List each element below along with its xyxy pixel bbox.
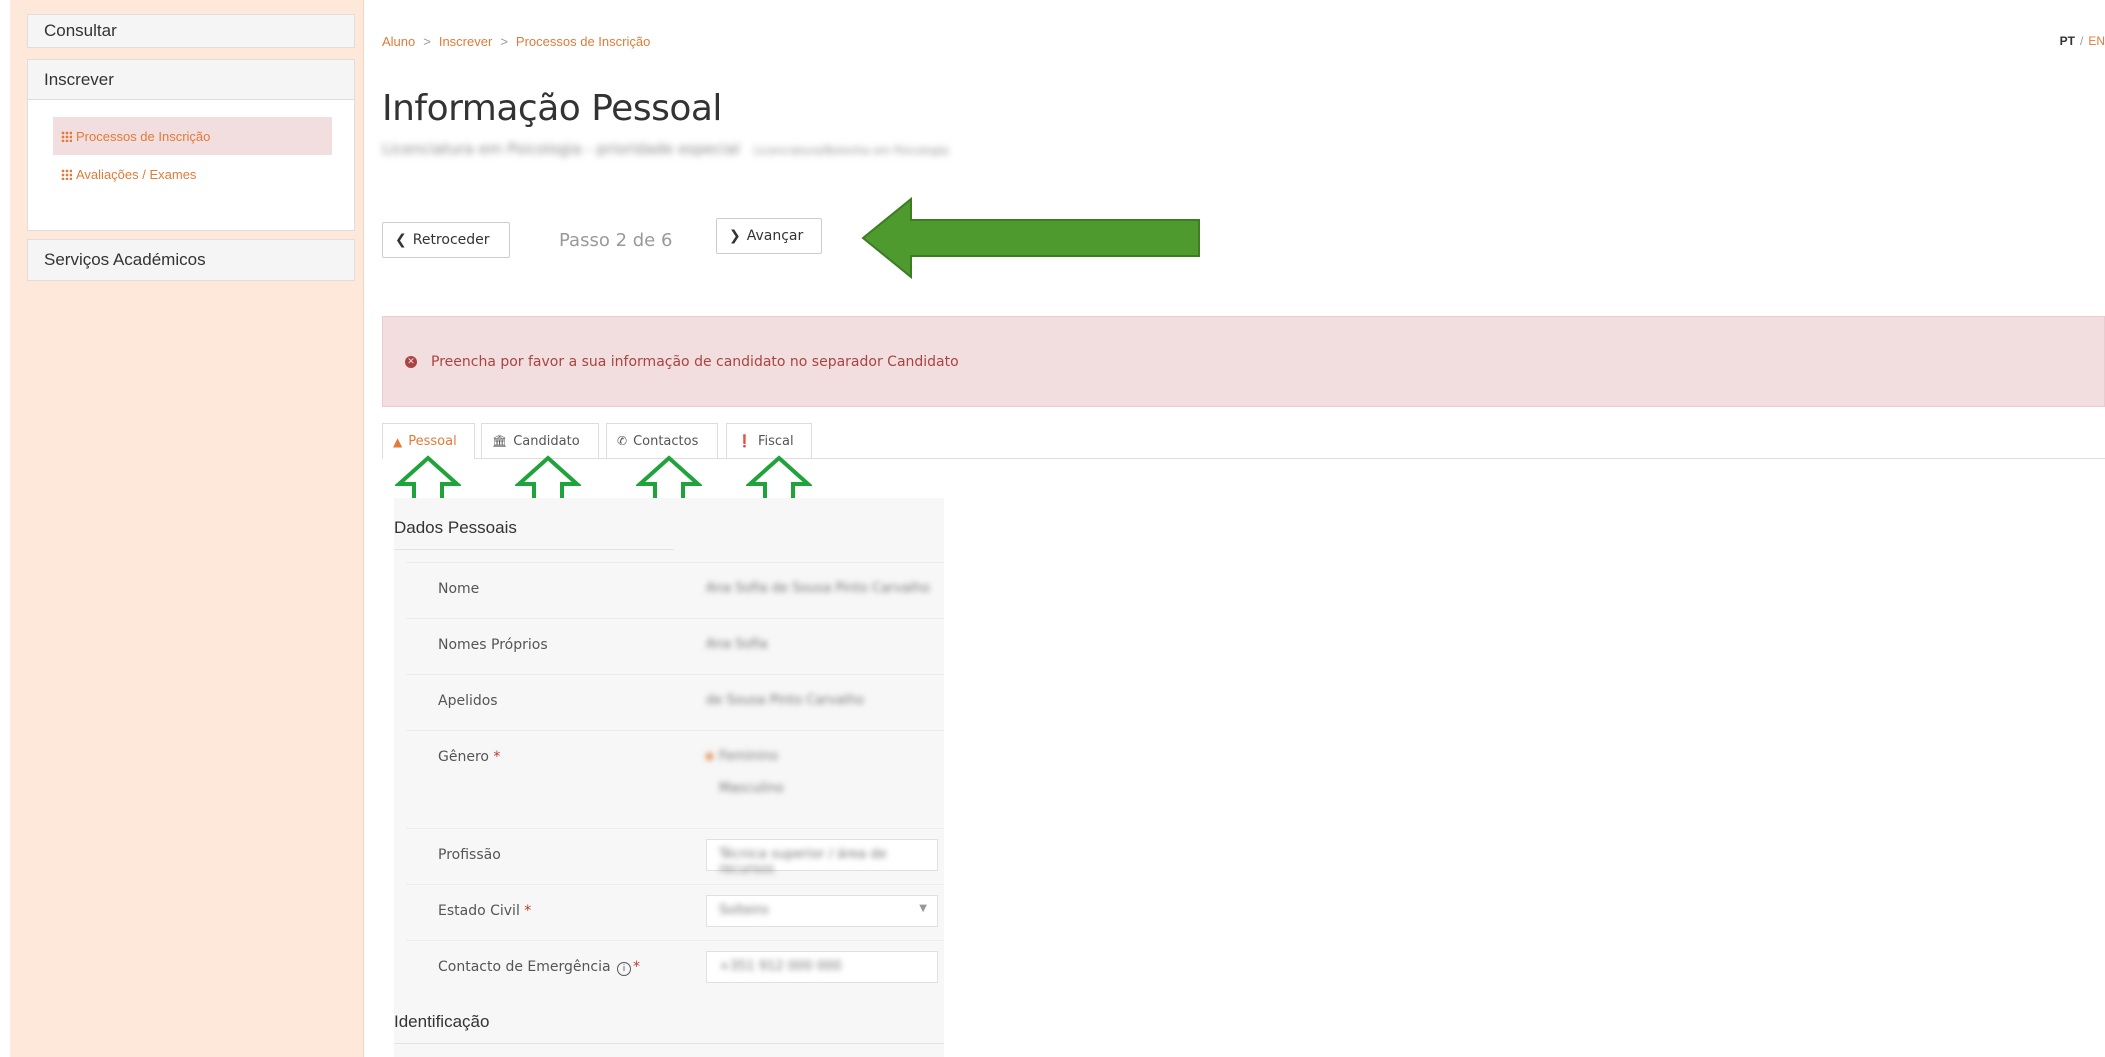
personal-data-form: Dados Pessoais Nome Ana Sofia de Sousa P… [394,498,944,1057]
field-label: Nome [438,581,480,597]
tab-label: Fiscal [757,433,794,449]
radio-masculino[interactable]: Masculino [719,781,784,796]
grid-icon [61,130,72,142]
next-button[interactable]: ❯ Avançar [716,218,822,254]
tab-contactos[interactable]: ✆ Contactos [606,423,718,458]
breadcrumb-inscrever[interactable]: Inscrever [439,34,492,49]
form-row-nomes-proprios: Nomes Próprios Ana Sofia [406,618,944,673]
sidebar-link-label: Avaliações / Exames [76,166,197,182]
language-switcher: PT / EN [2060,34,2105,48]
page-subtitle: Licenciatura em Psicologia - prioridade … [382,140,949,158]
breadcrumb-processos[interactable]: Processos de Inscrição [516,34,650,49]
bank-icon: 🏛 [492,434,508,448]
form-row-nome: Nome Ana Sofia de Sousa Pinto Carvalho [406,562,944,617]
page-title: Informação Pessoal [382,88,722,129]
info-circle-icon: ❗ [737,434,752,448]
sidebar: Consultar Inscrever Processos de Inscriç… [10,0,364,1057]
breadcrumb: Aluno > Inscrever > Processos de Inscrição [382,34,651,49]
field-value: Ana Sofia de Sousa Pinto Carvalho [706,581,930,596]
field-label: Contacto de Emergência i * [438,959,641,976]
radio-feminino[interactable]: Feminino [706,749,778,764]
tab-label: Candidato [513,433,580,449]
field-value: +351 912 000 000 [719,959,842,974]
lang-pt[interactable]: PT [2060,34,2075,48]
subtitle-main: Licenciatura em Psicologia - prioridade … [382,140,740,158]
tab-label: Pessoal [408,434,457,449]
grid-icon [61,168,72,180]
chevron-right-icon: ❯ [729,228,741,244]
sidebar-item-servicos[interactable]: Serviços Académicos [27,239,355,281]
field-label: Nomes Próprios [438,637,548,653]
tab-label: Contactos [633,433,699,449]
error-x-icon: ✕ [405,355,417,368]
info-icon[interactable]: i [617,962,632,976]
lang-separator: / [2079,34,2084,48]
back-button-label: Retroceder [412,232,490,248]
tab-candidato[interactable]: 🏛 Candidato [481,423,599,458]
sidebar-link-processos[interactable]: Processos de Inscrição [53,117,332,155]
form-row-contacto-emergencia: Contacto de Emergência i * +351 912 000 0… [406,940,944,995]
field-label: Profissão [438,847,501,863]
section-title-identificacao: Identificação [394,1012,490,1031]
field-label: Gênero * [438,749,501,765]
profissao-input[interactable]: Técnica superior / área de recursos [706,839,938,877]
sidebar-link-avaliacoes[interactable]: Avaliações / Exames [53,155,332,193]
main-content: Aluno > Inscrever > Processos de Inscrição P… [382,0,2105,1057]
step-indicator: Passo 2 de 6 [559,230,673,251]
error-alert: ✕ Preencha por favor a sua informação de… [382,316,2105,407]
tab-fiscal[interactable]: ❗ Fiscal [726,423,812,458]
chevron-left-icon: ❮ [395,232,407,248]
lang-en[interactable]: EN [2088,34,2105,48]
section-divider [394,1043,944,1044]
user-icon: ▲ [393,434,403,449]
field-value: Solteiro [719,903,769,918]
next-button-label: Avançar [746,228,804,244]
field-label: Estado Civil * [438,903,532,919]
phone-icon: ✆ [617,434,628,448]
section-divider [394,549,674,550]
field-value: de Sousa Pinto Carvalho [706,693,865,708]
chevron-down-icon: ▼ [919,903,927,914]
field-value: Técnica superior / área de recursos [719,847,887,877]
back-button[interactable]: ❮ Retroceder [382,222,510,258]
form-row-genero: Gênero * Feminino Masculino [406,730,944,827]
field-value: Ana Sofia [706,637,768,652]
sidebar-link-label: Processos de Inscrição [76,128,211,144]
sidebar-item-consultar[interactable]: Consultar [27,14,355,48]
subtitle-small: Licenciatura/Bolonha em Psicologia [753,144,949,157]
sidebar-inscrever-label: Inscrever [44,70,114,89]
breadcrumb-aluno[interactable]: Aluno [382,34,415,49]
sidebar-submenu: Processos de Inscrição Avaliações / Exam… [27,99,355,231]
estado-civil-select[interactable]: Solteiro ▼ [706,895,938,927]
field-label: Apelidos [438,693,498,709]
sidebar-item-inscrever[interactable]: Inscrever [27,59,355,101]
form-row-profissao: Profissão Técnica superior / área de rec… [406,828,944,883]
annotation-arrow-left [861,196,1200,280]
section-title-dados-pessoais: Dados Pessoais [394,518,517,537]
alert-message: Preencha por favor a sua informação de c… [431,353,959,370]
contacto-emergencia-input[interactable]: +351 912 000 000 [706,951,938,983]
sidebar-servicos-label: Serviços Académicos [44,250,206,269]
form-row-apelidos: Apelidos de Sousa Pinto Carvalho [406,674,944,729]
sidebar-consultar-label: Consultar [44,21,117,40]
form-row-estado-civil: Estado Civil * Solteiro ▼ [406,884,944,939]
